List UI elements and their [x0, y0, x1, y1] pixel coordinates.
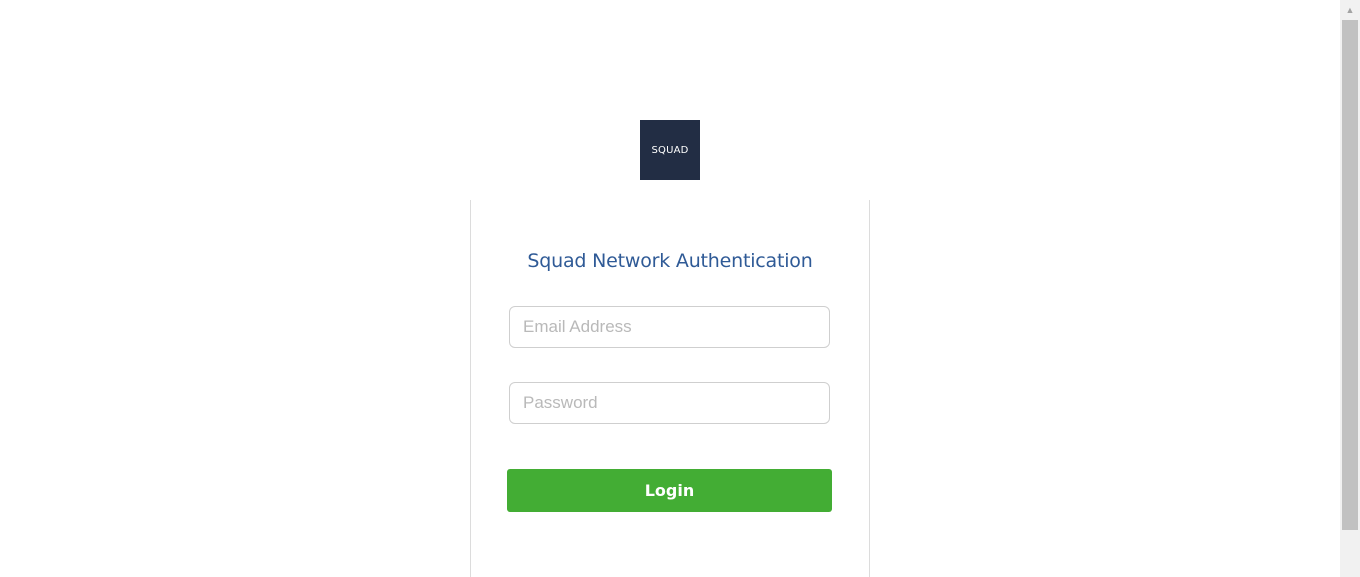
scrollbar-thumb[interactable] [1342, 20, 1358, 530]
vertical-scrollbar[interactable]: ▲ [1340, 0, 1360, 577]
password-input[interactable] [509, 382, 830, 424]
squad-logo: SQUAD [640, 120, 700, 180]
page-title: Squad Network Authentication [527, 250, 813, 272]
login-card: Squad Network Authentication Login [470, 200, 870, 577]
logo-text: SQUAD [651, 144, 689, 156]
email-input[interactable] [509, 306, 830, 348]
login-button[interactable]: Login [507, 469, 832, 512]
scroll-up-arrow-icon[interactable]: ▲ [1340, 0, 1360, 20]
login-page: SQUAD Squad Network Authentication Login… [0, 0, 1360, 577]
